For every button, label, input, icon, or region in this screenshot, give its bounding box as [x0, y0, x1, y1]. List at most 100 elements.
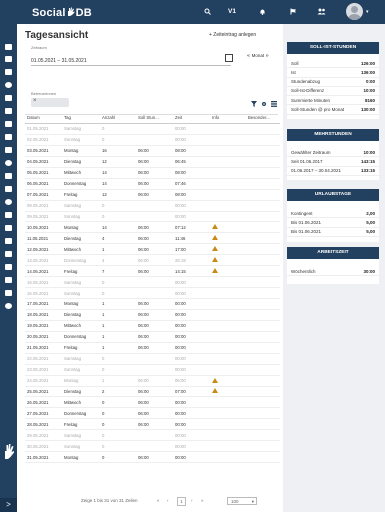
- warning-icon[interactable]: [212, 388, 218, 394]
- chevron-down-icon[interactable]: ▾: [366, 9, 369, 15]
- table-row[interactable]: 12.05.2021 Mittwoch 1 06:00 17:00: [25, 243, 280, 256]
- table-row[interactable]: 29.05.2021 Samstag 0 00:00: [25, 429, 280, 442]
- table-row[interactable]: 18.05.2021 Dienstag 1 06:00 00:00: [25, 309, 280, 321]
- users-cog-icon[interactable]: [3, 288, 14, 297]
- sidebar-expand-button[interactable]: >: [0, 498, 17, 512]
- gear-icon[interactable]: [3, 301, 14, 310]
- bell-icon[interactable]: [259, 8, 266, 17]
- calendar-icon[interactable]: [3, 145, 14, 154]
- search-icon[interactable]: [3, 158, 14, 167]
- col-header-date[interactable]: Datum: [25, 112, 62, 124]
- clock-icon[interactable]: [3, 80, 14, 89]
- table-row[interactable]: 31.05.2021 Montag 0 06:00 00:00: [25, 451, 280, 464]
- flag-icon[interactable]: [290, 8, 297, 17]
- col-header-info[interactable]: Info: [210, 112, 246, 124]
- columns-icon[interactable]: [271, 101, 277, 109]
- bell-icon[interactable]: [3, 171, 14, 180]
- col-header-count[interactable]: Anzahl: [100, 112, 136, 124]
- doc-icon[interactable]: [3, 249, 14, 258]
- page-size-select[interactable]: 100 ▾: [227, 497, 257, 505]
- filter-panel: Zeitraum 01.05.2021 – 31.05.2021 « Monat…: [25, 44, 278, 115]
- filter-icon[interactable]: [251, 101, 257, 109]
- col-header-target-hours[interactable]: Soll Stun...: [136, 112, 173, 124]
- table-row[interactable]: 30.05.2021 Sonntag 0 00:00: [25, 440, 280, 453]
- col-header-time[interactable]: Zeit: [173, 112, 210, 124]
- calendar-icon[interactable]: [3, 275, 14, 284]
- table-row[interactable]: 21.05.2021 Freitag 1 06:00 00:00: [25, 342, 280, 354]
- calendar-icon[interactable]: [225, 54, 233, 62]
- users-icon[interactable]: [3, 93, 14, 102]
- bank-icon[interactable]: [3, 54, 14, 63]
- current-page-button[interactable]: 1: [177, 497, 186, 506]
- calendar-plus-icon[interactable]: [3, 236, 14, 245]
- search-icon[interactable]: [204, 8, 211, 17]
- warning-icon[interactable]: [212, 246, 218, 252]
- version-label[interactable]: V1: [228, 8, 236, 15]
- table-row[interactable]: 17.05.2021 Montag 1 06:00 00:00: [25, 298, 280, 310]
- table-row[interactable]: 28.05.2021 Freitag 0 06:00 00:00: [25, 418, 280, 431]
- col-header-day[interactable]: Tag: [62, 112, 100, 124]
- add-time-entry-button[interactable]: + Zeiteintrag anlegen: [209, 32, 256, 38]
- warning-icon[interactable]: [212, 377, 218, 383]
- table-row[interactable]: 07.05.2021 Freitag 12 06:00 08:00: [25, 189, 280, 201]
- last-page-button[interactable]: »: [201, 498, 204, 503]
- app-logo[interactable]: Social DB: [32, 6, 92, 19]
- staff-tag[interactable]: [31, 98, 69, 107]
- cell-special: [246, 145, 280, 157]
- cell-time: 00:00: [173, 364, 210, 376]
- table-row[interactable]: 23.05.2021 Sonntag 0 00:00: [25, 364, 280, 376]
- table-row[interactable]: 20.05.2021 Donnerstag 1 06:00 00:00: [25, 331, 280, 343]
- prev-month-icon[interactable]: «: [247, 53, 250, 59]
- table-row[interactable]: 25.05.2021 Dienstag 2 06:00 07:00: [25, 386, 280, 398]
- cell-count: 1: [100, 298, 136, 310]
- file-icon[interactable]: [3, 184, 14, 193]
- list-icon[interactable]: [3, 106, 14, 115]
- table-row[interactable]: 26.05.2021 Mittwoch 0 06:00 00:00: [25, 396, 280, 409]
- umbrella-icon[interactable]: [3, 262, 14, 271]
- table-row[interactable]: 27.05.2021 Donnerstag 0 06:00 00:00: [25, 407, 280, 420]
- mail-icon[interactable]: [3, 210, 14, 219]
- table-row[interactable]: 11.05.2021 Dienstag 4 06:00 11:46: [25, 232, 280, 245]
- users-icon[interactable]: [317, 8, 326, 17]
- warning-icon[interactable]: [212, 235, 218, 241]
- table-row[interactable]: 10.05.2021 Montag 14 06:00 07:12: [25, 221, 280, 234]
- col-header-special[interactable]: Besonder...: [246, 112, 280, 124]
- table-row[interactable]: 09.05.2021 Sonntag 0 00:00: [25, 211, 280, 223]
- cell-day: Donnerstag: [62, 407, 100, 420]
- next-page-button[interactable]: ›: [191, 498, 193, 503]
- warning-icon[interactable]: [212, 257, 218, 263]
- cell-date: 28.05.2021: [25, 418, 62, 431]
- warning-icon[interactable]: [212, 224, 218, 230]
- table-row[interactable]: 22.05.2021 Samstag 0 00:00: [25, 353, 280, 365]
- table-row[interactable]: 04.05.2021 Dienstag 12 06:00 06:45: [25, 156, 280, 168]
- table-row[interactable]: 06.05.2021 Donnerstag 14 06:00 07:46: [25, 178, 280, 190]
- table-row[interactable]: 14.05.2021 Freitag 7 06:00 14:15: [25, 265, 280, 278]
- avatar[interactable]: [346, 3, 363, 20]
- first-page-button[interactable]: «: [157, 498, 160, 503]
- row-value: 0:00: [365, 79, 375, 85]
- table-row[interactable]: 24.05.2021 Montag 1 06:00 06:00: [25, 375, 280, 387]
- table-row[interactable]: 01.05.2021 Samstag 0 00:00: [25, 123, 280, 135]
- warning-icon[interactable]: [212, 268, 218, 274]
- cell-info: [210, 353, 246, 365]
- table-row[interactable]: 08.05.2021 Samstag 0 00:00: [25, 200, 280, 212]
- table-row[interactable]: 16.05.2021 Sonntag 0 00:00: [25, 287, 280, 299]
- people-icon[interactable]: [3, 67, 14, 76]
- prev-page-button[interactable]: ‹: [167, 498, 169, 503]
- home-icon[interactable]: [3, 42, 14, 51]
- period-input[interactable]: 01.05.2021 – 31.05.2021: [31, 55, 231, 66]
- table-row[interactable]: 19.05.2021 Mittwoch 1 06:00 00:00: [25, 320, 280, 332]
- table-row[interactable]: 05.05.2021 Mittwoch 14 06:00 08:00: [25, 167, 280, 179]
- list-alt-icon[interactable]: [3, 132, 14, 141]
- cube-icon[interactable]: [3, 119, 14, 128]
- next-month-icon[interactable]: »: [266, 53, 269, 59]
- table-row[interactable]: 03.05.2021 Montag 16 06:00 08:00: [25, 145, 280, 157]
- cell-time: 00:00: [173, 276, 210, 289]
- settings-icon[interactable]: [261, 101, 268, 109]
- table-row[interactable]: 15.05.2021 Samstag 0 00:00: [25, 276, 280, 289]
- euro-icon[interactable]: [3, 197, 14, 206]
- row-value: 10:00: [363, 88, 375, 94]
- table-row[interactable]: 13.05.2021 Donnerstag 4 06:00 26:19: [25, 254, 280, 267]
- calendar-check-icon[interactable]: [3, 223, 14, 232]
- table-row[interactable]: 02.05.2021 Sonntag 0 00:00: [25, 134, 280, 146]
